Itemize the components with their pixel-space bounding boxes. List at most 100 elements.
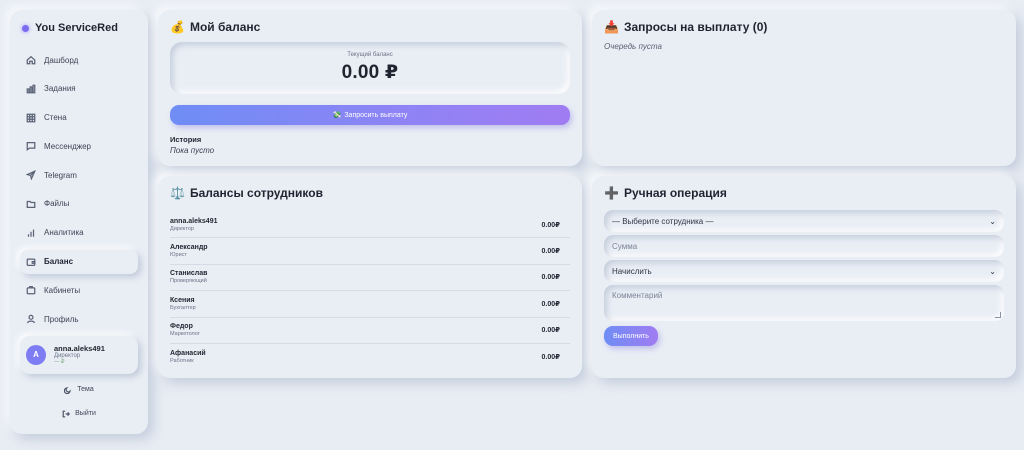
sidebar-item-label: Мессенджер (44, 141, 91, 151)
current-balance-label: Текущий баланс (347, 52, 393, 58)
moon-icon (64, 387, 72, 394)
employee-role: Проверяющий (170, 278, 207, 285)
employee-role: Директор (170, 225, 194, 232)
cash-icon: 💸 (332, 112, 342, 119)
comment-textarea[interactable]: Комментарий (604, 285, 1004, 321)
my-balance-card: 💰 Мой баланс Текущий баланс 0.00 ₽ 💸 Зап… (158, 10, 582, 166)
execute-button[interactable]: Выполнить (604, 326, 658, 346)
sidebar-item-label: Задания (44, 84, 76, 94)
current-balance-box: Текущий баланс 0.00 ₽ (170, 42, 570, 94)
money-bag-icon: 💰 (170, 20, 185, 34)
employee-name: Федор (170, 323, 193, 331)
employee-amount: 0.00₽ (541, 274, 561, 282)
sidebar-item-profile[interactable]: Профиль (20, 307, 138, 331)
employee-amount: 0.00₽ (541, 248, 561, 256)
employee-role: Бухгалтер (170, 304, 196, 311)
sidebar-item-label: Файлы (44, 199, 70, 209)
employee-role: Работник (170, 358, 194, 365)
sidebar-item-files[interactable]: Файлы (20, 192, 138, 216)
queue-empty: Очередь пуста (604, 42, 662, 51)
manual-operation-form: — Выберите сотрудника — ⌄ Сумма Начислит… (604, 210, 1004, 346)
table-row[interactable]: Ксения Бухгалтер 0.00₽ (170, 291, 570, 318)
operation-type-select[interactable]: Начислить ⌄ (604, 260, 1004, 282)
table-row[interactable]: anna.aleks491 Директор 0.00₽ (170, 212, 570, 239)
folder-icon (26, 200, 36, 208)
card-title-text: Мой баланс (189, 20, 261, 34)
employee-select[interactable]: — Выберите сотрудника — ⌄ (604, 210, 1004, 232)
grid-icon (26, 113, 36, 122)
user-card[interactable]: A anna.aleks491 Директор — ₽ (20, 336, 138, 374)
employee-amount: 0.00₽ (541, 354, 561, 362)
user-balance-status: — ₽ (54, 359, 65, 366)
sidebar-item-telegram[interactable]: Telegram (20, 163, 138, 187)
table-row[interactable]: Александр Юрист 0.00₽ (170, 238, 570, 265)
card-title-text: Ручная операция (623, 186, 727, 200)
employee-name: Александр (170, 244, 208, 252)
employee-role: Юрист (170, 252, 187, 259)
theme-button[interactable]: Тема (20, 382, 138, 398)
sidebar-item-cabinets[interactable]: Кабинеты (20, 278, 138, 302)
employee-role: Маркетолог (170, 331, 200, 338)
card-title: 💰 Мой баланс (170, 20, 570, 34)
operation-type-value: Начислить (612, 266, 652, 276)
table-row[interactable]: Афанасий Работник 0.00₽ (170, 344, 570, 370)
sidebar-item-balance[interactable]: Баланс (20, 250, 138, 274)
employee-select-value: — Выберите сотрудника — (612, 216, 714, 226)
user-name: anna.aleks491 (54, 344, 105, 354)
card-title-text: Балансы сотрудников (189, 186, 323, 200)
employee-name: anna.aleks491 (170, 217, 218, 225)
employee-amount: 0.00₽ (541, 300, 561, 308)
sidebar-nav: Дашборд Задания Стена Мессенджер Telegra… (20, 48, 138, 331)
bar-chart-icon (26, 84, 36, 94)
chevron-down-icon: ⌄ (989, 266, 996, 276)
scales-icon: ⚖️ (170, 186, 185, 200)
sidebar-item-dashboard[interactable]: Дашборд (20, 48, 138, 72)
employee-list: anna.aleks491 Директор 0.00₽ Александр Юри… (170, 212, 570, 370)
card-title-text: Запросы на выплату (0) (623, 20, 768, 34)
history-title: История (170, 135, 202, 144)
logout-icon (62, 410, 71, 418)
chat-icon (26, 142, 36, 152)
chevron-down-icon: ⌄ (989, 216, 996, 226)
home-icon (26, 55, 36, 65)
sidebar-item-wall[interactable]: Стена (20, 106, 138, 130)
brand-name: You ServiceRed (35, 22, 118, 34)
wallet-icon (26, 258, 36, 266)
employee-amount: 0.00₽ (541, 221, 561, 229)
request-payout-button[interactable]: 💸 Запросить выплату (170, 105, 570, 125)
sidebar-item-analytics[interactable]: Аналитика (20, 221, 138, 245)
sidebar-item-messenger[interactable]: Мессенджер (20, 134, 138, 158)
request-payout-label: Запросить выплату (344, 111, 408, 119)
sidebar-item-label: Telegram (44, 170, 77, 180)
payout-requests-card: 📥 Запросы на выплату (0) Очередь пуста (592, 10, 1016, 166)
sidebar-item-label: Аналитика (44, 228, 84, 238)
sum-input[interactable]: Сумма (604, 235, 1004, 257)
table-row[interactable]: Станислав Проверяющий 0.00₽ (170, 265, 570, 292)
comment-placeholder: Комментарий (612, 291, 663, 300)
avatar: A (26, 344, 46, 365)
table-row[interactable]: Федор Маркетолог 0.00₽ (170, 318, 570, 344)
current-balance-value: 0.00 ₽ (341, 62, 399, 83)
brand[interactable]: You ServiceRed (22, 22, 138, 34)
inbox-tray-icon: 📥 (604, 20, 619, 34)
history-empty: Пока пусто (170, 146, 215, 155)
manual-operation-card: ➕ Ручная операция — Выберите сотрудника … (592, 176, 1016, 378)
employee-name: Станислав (170, 270, 208, 278)
user-icon (26, 314, 36, 324)
user-info: anna.aleks491 Директор — ₽ (54, 344, 105, 365)
send-icon (26, 170, 36, 181)
sidebar-item-label: Кабинеты (44, 285, 81, 295)
plus-icon: ➕ (604, 186, 619, 200)
card-title: 📥 Запросы на выплату (0) (604, 20, 1004, 34)
sidebar-item-label: Дашборд (44, 55, 79, 65)
briefcase-icon (26, 286, 36, 295)
logout-label: Выйти (75, 410, 96, 418)
sidebar-item-label: Профиль (44, 314, 79, 324)
sidebar: You ServiceRed Дашборд Задания Стена Мес… (10, 10, 148, 434)
sum-placeholder: Сумма (612, 241, 638, 251)
employee-amount: 0.00₽ (541, 327, 561, 335)
logout-button[interactable]: Выйти (20, 406, 138, 422)
sidebar-item-tasks[interactable]: Задания (20, 77, 138, 101)
sidebar-item-label: Стена (44, 113, 67, 123)
employee-balances-card: ⚖️ Балансы сотрудников anna.aleks491 Дире… (158, 176, 582, 378)
